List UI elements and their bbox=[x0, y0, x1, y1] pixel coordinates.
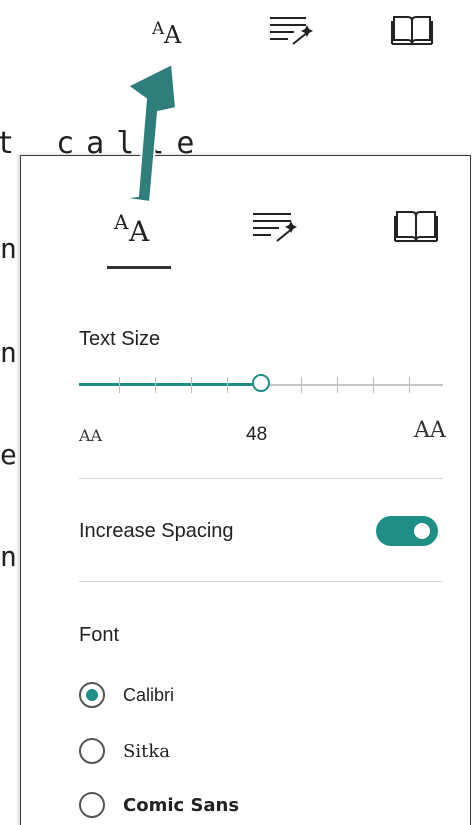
font-option-comic-sans[interactable]: Comic Sans bbox=[79, 790, 239, 820]
slider-tick bbox=[409, 377, 410, 393]
reader-toolbar: A A bbox=[0, 0, 472, 60]
tab-reading-preferences[interactable] bbox=[391, 201, 441, 251]
slider-max-label: AA bbox=[414, 418, 446, 443]
svg-text:A: A bbox=[128, 215, 150, 247]
slider-tick bbox=[337, 377, 338, 393]
divider bbox=[79, 581, 443, 582]
tab-text-preferences[interactable]: A A bbox=[105, 201, 169, 251]
slider-tick bbox=[119, 377, 120, 393]
slider-tick bbox=[373, 377, 374, 393]
font-option-calibri[interactable]: Calibri bbox=[79, 680, 174, 710]
grammar-options-icon[interactable] bbox=[268, 10, 314, 50]
increase-spacing-label: Increase Spacing bbox=[79, 520, 234, 542]
tab-grammar-options[interactable] bbox=[247, 201, 301, 251]
toggle-knob bbox=[414, 523, 430, 539]
text-size-slider[interactable] bbox=[79, 373, 443, 397]
reading-screen: t calle n n e n A A A A Text Size AA 48 … bbox=[0, 0, 472, 825]
font-option-sitka[interactable]: Sitka bbox=[79, 736, 170, 766]
increase-spacing-toggle[interactable] bbox=[376, 516, 438, 546]
radio-selected-dot bbox=[86, 689, 98, 701]
slider-tick bbox=[227, 377, 228, 393]
svg-text:A: A bbox=[163, 21, 182, 48]
background-text-fragment-1: n bbox=[0, 232, 17, 265]
text-size-label: Text Size bbox=[79, 328, 161, 350]
font-option-label: Comic Sans bbox=[123, 794, 240, 816]
slider-tick bbox=[301, 377, 302, 393]
slider-tick bbox=[191, 377, 192, 393]
active-tab-indicator bbox=[107, 266, 171, 269]
background-text-fragment-2: n bbox=[0, 336, 17, 369]
slider-thumb[interactable] bbox=[252, 374, 270, 392]
font-option-label: Calibri bbox=[123, 684, 175, 705]
background-text-fragment-3: e bbox=[0, 438, 17, 471]
slider-min-label: AA bbox=[79, 426, 103, 445]
slider-tick bbox=[155, 377, 156, 393]
radio-button[interactable] bbox=[79, 738, 105, 764]
radio-button[interactable] bbox=[79, 682, 105, 708]
svg-text:A: A bbox=[151, 19, 165, 39]
font-label: Font bbox=[79, 624, 120, 646]
divider bbox=[79, 478, 443, 479]
text-preferences-icon[interactable]: A A bbox=[150, 10, 192, 50]
panel-tab-bar: A A bbox=[21, 156, 470, 276]
svg-text:A: A bbox=[113, 210, 129, 234]
text-preferences-panel: A A Text Size AA 48 AA Increase Spacing … bbox=[20, 155, 471, 825]
reading-preferences-icon[interactable] bbox=[390, 10, 434, 50]
background-text-fragment-4: n bbox=[0, 540, 17, 573]
text-size-value: 48 bbox=[246, 424, 268, 445]
radio-button[interactable] bbox=[79, 792, 105, 818]
font-option-label: Sitka bbox=[123, 740, 170, 762]
